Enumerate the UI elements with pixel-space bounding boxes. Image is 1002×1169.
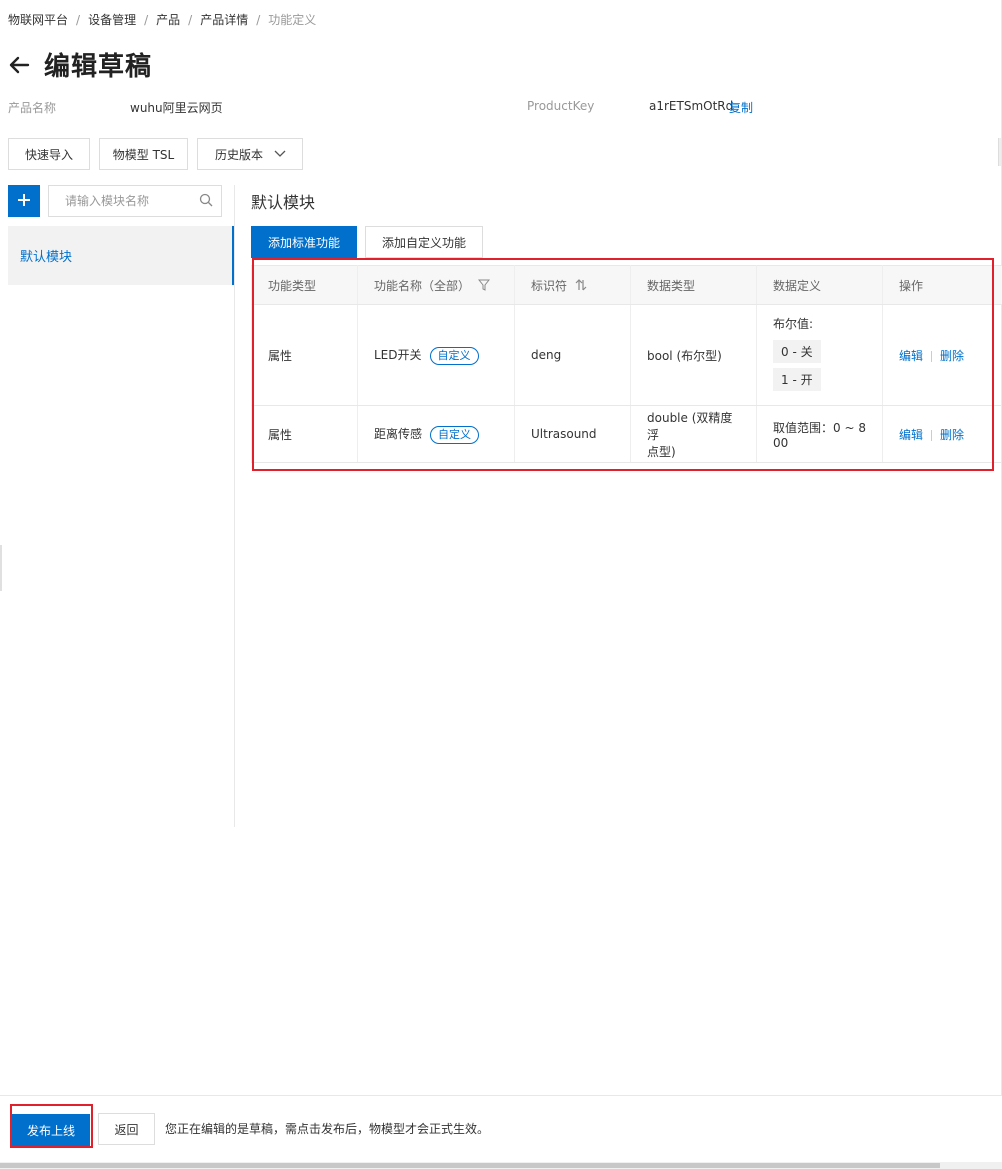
filter-icon[interactable]	[477, 279, 490, 294]
product-name-label: 产品名称	[8, 101, 57, 115]
function-name-text: 距离传感	[374, 426, 423, 441]
breadcrumb: 物联网平台 / 设备管理 / 产品 / 产品详情 / 功能定义	[8, 11, 316, 28]
module-title: 默认模块	[251, 193, 316, 212]
return-button[interactable]: 返回	[98, 1113, 155, 1145]
product-key-label: ProductKey	[527, 99, 595, 113]
cell-data-type: double (双精度浮 点型)	[630, 405, 757, 463]
breadcrumb-item-product[interactable]: 产品	[156, 11, 180, 28]
range-line: 00	[773, 435, 789, 450]
cell-actions: 编辑 删除	[882, 405, 1002, 463]
cell-function-type: 属性	[251, 405, 358, 463]
product-key-value: a1rETSmOtRd	[649, 99, 734, 113]
sort-icon[interactable]	[575, 278, 587, 294]
scrollbar-thumb[interactable]	[0, 1163, 940, 1168]
column-header-name[interactable]: 功能名称（全部）	[357, 265, 515, 305]
data-type-line: double (双精度浮	[647, 410, 733, 442]
quick-import-button[interactable]: 快速导入	[8, 138, 90, 170]
cell-data-definition: 取值范围：0 ~ 8 00	[756, 405, 883, 463]
action-divider	[931, 350, 933, 362]
footer-bar: 发布上线 返回 您正在编辑的是草稿，需点击发布后，物模型才会正式生效。	[0, 1095, 1002, 1160]
back-arrow-icon[interactable]	[8, 54, 30, 76]
bool-value-chip: 0 - 关	[773, 339, 821, 363]
add-custom-function-button[interactable]: 添加自定义功能	[365, 226, 483, 258]
tsl-button[interactable]: 物模型 TSL	[99, 138, 188, 170]
cell-identifier: deng	[514, 304, 631, 406]
function-name-text: LED开关	[374, 347, 422, 362]
page-header: 编辑草稿	[8, 46, 152, 83]
column-header-type: 功能类型	[251, 265, 358, 305]
function-tabs: 添加标准功能 添加自定义功能	[251, 226, 483, 258]
edit-link[interactable]: 编辑	[899, 349, 923, 363]
module-search-input[interactable]	[65, 194, 199, 208]
history-version-label: 历史版本	[215, 147, 264, 162]
custom-tag-badge: 自定义	[429, 346, 479, 365]
horizontal-scrollbar[interactable]	[0, 1162, 1002, 1169]
edit-link[interactable]: 编辑	[899, 428, 923, 442]
range-line: 取值范围：0 ~ 8	[773, 420, 866, 435]
column-header-identifier[interactable]: 标识符	[514, 265, 631, 305]
toolbar: 快速导入 物模型 TSL 历史版本	[8, 138, 312, 170]
column-header-name-label: 功能名称（全部）	[374, 278, 471, 293]
breadcrumb-item-function-definition: 功能定义	[268, 13, 317, 27]
function-table: 功能类型 功能名称（全部） 标识符 数据类型 数据定义 操作 属性 LED开关 …	[251, 265, 1002, 463]
plus-icon	[17, 193, 31, 210]
module-search-box	[48, 185, 222, 217]
sidebar-item-label: 默认模块	[20, 250, 73, 265]
table-row: 属性 LED开关 自定义 deng bool (布尔型) 布尔值: 0 - 关 1…	[251, 304, 1002, 406]
cell-function-name: LED开关 自定义	[357, 304, 515, 406]
page-title: 编辑草稿	[44, 52, 153, 82]
breadcrumb-item-iot-platform[interactable]: 物联网平台	[8, 11, 68, 28]
breadcrumb-separator: /	[188, 12, 193, 27]
product-name-value: wuhu阿里云网页	[130, 101, 223, 115]
column-header-actions: 操作	[882, 265, 1002, 305]
product-info: 产品名称 wuhu阿里云网页 ProductKey a1rETSmOtRd 复制	[0, 99, 1002, 117]
breadcrumb-item-device-management[interactable]: 设备管理	[88, 11, 136, 28]
add-standard-function-button[interactable]: 添加标准功能	[251, 226, 357, 258]
delete-link[interactable]: 删除	[940, 428, 964, 442]
cell-actions: 编辑 删除	[882, 304, 1002, 406]
cell-function-name: 距离传感 自定义	[357, 405, 515, 463]
left-edge-handle[interactable]	[0, 545, 2, 591]
column-header-data-definition: 数据定义	[756, 265, 883, 305]
search-icon[interactable]	[199, 193, 213, 210]
draft-notice-text: 您正在编辑的是草稿，需点击发布后，物模型才会正式生效。	[165, 1122, 490, 1136]
cell-data-definition: 布尔值: 0 - 关 1 - 开	[756, 304, 883, 406]
cell-data-type: bool (布尔型)	[630, 304, 757, 406]
breadcrumb-item-product-detail[interactable]: 产品详情	[200, 11, 248, 28]
column-header-data-type: 数据类型	[630, 265, 757, 305]
breadcrumb-separator: /	[256, 12, 261, 27]
table-header-row: 功能类型 功能名称（全部） 标识符 数据类型 数据定义 操作	[251, 265, 1002, 305]
action-divider	[931, 429, 933, 441]
bool-value-chip: 1 - 开	[773, 367, 821, 391]
delete-link[interactable]: 删除	[940, 349, 964, 363]
copy-product-key-link[interactable]: 复制	[729, 99, 753, 116]
history-version-dropdown[interactable]: 历史版本	[197, 138, 303, 170]
data-type-line: 点型)	[647, 444, 676, 459]
column-header-identifier-label: 标识符	[531, 278, 568, 293]
chevron-down-icon	[274, 147, 286, 161]
add-module-button[interactable]	[8, 185, 40, 217]
breadcrumb-separator: /	[144, 12, 149, 27]
table-row: 属性 距离传感 自定义 Ultrasound double (双精度浮 点型) 取…	[251, 405, 1002, 463]
bool-definition-label: 布尔值:	[773, 316, 814, 331]
publish-button[interactable]: 发布上线	[12, 1114, 90, 1146]
sidebar-item-default-module[interactable]: 默认模块	[8, 226, 234, 285]
sidebar-divider	[234, 185, 235, 827]
cell-identifier: Ultrasound	[514, 405, 631, 463]
breadcrumb-separator: /	[76, 12, 81, 27]
custom-tag-badge: 自定义	[430, 425, 480, 444]
cell-function-type: 属性	[251, 304, 358, 406]
